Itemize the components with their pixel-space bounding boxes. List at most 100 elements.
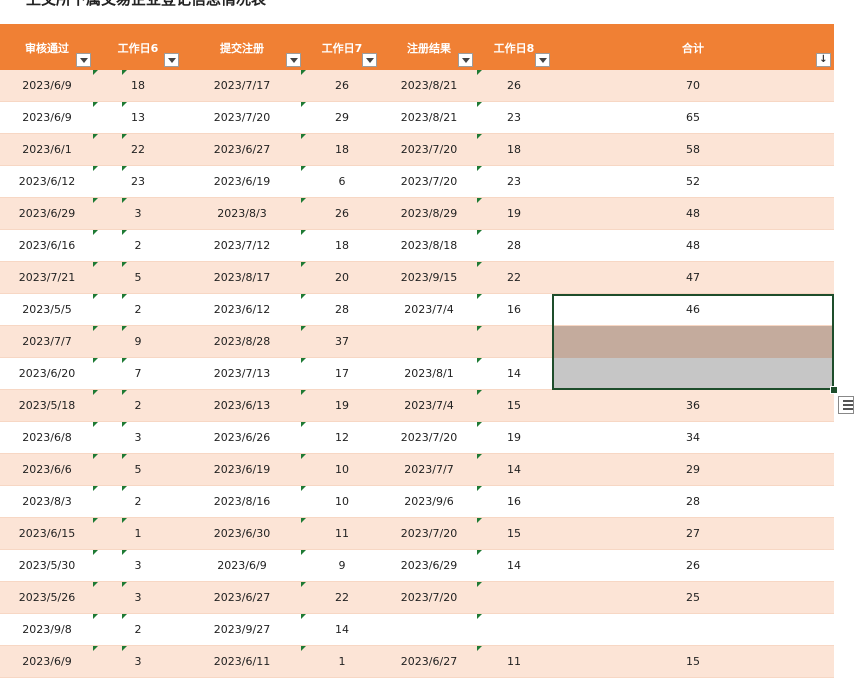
table-cell-wd8[interactable]: 26 (478, 70, 550, 101)
table-cell-result[interactable]: 2023/7/7 (382, 454, 476, 485)
table-cell-result[interactable]: 2023/8/21 (382, 70, 476, 101)
filter-wd8-button[interactable] (535, 53, 550, 67)
table-cell-wd7[interactable]: 11 (304, 518, 380, 549)
table-row[interactable]: 2023/6/16 2 2023/7/12 18 2023/8/18 28 48 (0, 230, 834, 262)
table-cell-wd6[interactable]: 5 (96, 262, 180, 293)
table-cell-approved[interactable]: 2023/6/29 (0, 198, 94, 229)
header-submit[interactable]: 提交注册 (182, 24, 302, 70)
table-cell-wd6[interactable]: 3 (96, 550, 180, 581)
table-cell-total[interactable]: 29 (552, 454, 834, 485)
table-cell-total[interactable]: 70 (552, 70, 834, 101)
table-cell-result[interactable] (382, 614, 476, 645)
table-row[interactable]: 2023/5/5 2 2023/6/12 28 2023/7/4 16 46 (0, 294, 834, 326)
table-cell-wd8[interactable]: 28 (478, 230, 550, 261)
table-cell-total[interactable]: 48 (552, 230, 834, 261)
table-cell-result[interactable]: 2023/8/21 (382, 102, 476, 133)
table-cell-total[interactable]: 34 (552, 422, 834, 453)
table-row[interactable]: 2023/6/8 3 2023/6/26 12 2023/7/20 19 34 (0, 422, 834, 454)
table-cell-total[interactable] (552, 614, 834, 645)
table-cell-submit[interactable]: 2023/6/12 (182, 294, 302, 325)
table-cell-wd8[interactable] (478, 614, 550, 645)
table-cell-wd7[interactable]: 6 (304, 166, 380, 197)
table-cell-wd7[interactable]: 1 (304, 646, 380, 677)
table-cell-wd7[interactable]: 14 (304, 614, 380, 645)
table-cell-result[interactable]: 2023/7/20 (382, 582, 476, 613)
table-cell-wd6[interactable]: 18 (96, 70, 180, 101)
table-cell-wd6[interactable]: 2 (96, 486, 180, 517)
table-cell-approved[interactable]: 2023/5/26 (0, 582, 94, 613)
table-cell-submit[interactable]: 2023/7/17 (182, 70, 302, 101)
table-cell-submit[interactable]: 2023/8/16 (182, 486, 302, 517)
table-cell-wd6[interactable]: 3 (96, 582, 180, 613)
filter-approved-button[interactable] (76, 53, 91, 67)
table-cell-approved[interactable]: 2023/7/7 (0, 326, 94, 357)
table-row[interactable]: 2023/5/30 3 2023/6/9 9 2023/6/29 14 26 (0, 550, 834, 582)
table-cell-total[interactable]: 52 (552, 166, 834, 197)
table-cell-approved[interactable]: 2023/6/16 (0, 230, 94, 261)
table-cell-submit[interactable]: 2023/6/19 (182, 166, 302, 197)
table-cell-submit[interactable]: 2023/6/27 (182, 582, 302, 613)
table-row[interactable]: 2023/5/18 2 2023/6/13 19 2023/7/4 15 36 (0, 390, 834, 422)
sort-total-button[interactable]: ↓ (816, 53, 831, 67)
table-cell-wd8[interactable]: 18 (478, 134, 550, 165)
fill-handle[interactable] (830, 386, 838, 394)
table-cell-result[interactable] (382, 326, 476, 357)
table-cell-submit[interactable]: 2023/7/12 (182, 230, 302, 261)
table-cell-approved[interactable]: 2023/6/9 (0, 102, 94, 133)
table-row[interactable]: 2023/6/12 23 2023/6/19 6 2023/7/20 23 52 (0, 166, 834, 198)
table-cell-result[interactable]: 2023/8/1 (382, 358, 476, 389)
table-cell-wd7[interactable]: 26 (304, 70, 380, 101)
table-cell-submit[interactable]: 2023/8/28 (182, 326, 302, 357)
table-cell-approved[interactable]: 2023/6/12 (0, 166, 94, 197)
table-cell-wd7[interactable]: 28 (304, 294, 380, 325)
table-cell-approved[interactable]: 2023/6/15 (0, 518, 94, 549)
table-cell-submit[interactable]: 2023/6/11 (182, 646, 302, 677)
table-cell-wd7[interactable]: 12 (304, 422, 380, 453)
table-cell-submit[interactable]: 2023/6/19 (182, 454, 302, 485)
table-cell-wd8[interactable]: 23 (478, 102, 550, 133)
table-row[interactable]: 2023/9/8 2 2023/9/27 14 (0, 614, 834, 646)
table-cell-approved[interactable]: 2023/6/1 (0, 134, 94, 165)
header-total[interactable]: 合计 (552, 24, 834, 70)
table-cell-approved[interactable]: 2023/5/5 (0, 294, 94, 325)
table-cell-wd7[interactable]: 29 (304, 102, 380, 133)
table-cell-wd8[interactable]: 14 (478, 550, 550, 581)
table-cell-wd7[interactable]: 9 (304, 550, 380, 581)
table-cell-wd7[interactable]: 26 (304, 198, 380, 229)
table-cell-total[interactable]: 28 (552, 486, 834, 517)
table-cell-wd6[interactable]: 3 (96, 422, 180, 453)
table-cell-result[interactable]: 2023/7/20 (382, 134, 476, 165)
table-cell-wd6[interactable]: 5 (96, 454, 180, 485)
table-cell-submit[interactable]: 2023/7/20 (182, 102, 302, 133)
table-cell-submit[interactable]: 2023/6/26 (182, 422, 302, 453)
table-cell-wd7[interactable]: 10 (304, 486, 380, 517)
table-cell-total[interactable]: 36 (552, 390, 834, 421)
table-cell-total[interactable]: 65 (552, 102, 834, 133)
table-cell-wd8[interactable]: 16 (478, 294, 550, 325)
table-cell-wd7[interactable]: 19 (304, 390, 380, 421)
table-cell-approved[interactable]: 2023/6/8 (0, 422, 94, 453)
table-cell-result[interactable]: 2023/7/4 (382, 390, 476, 421)
table-cell-total[interactable]: 48 (552, 198, 834, 229)
table-cell-wd7[interactable]: 22 (304, 582, 380, 613)
table-row[interactable]: 2023/6/29 3 2023/8/3 26 2023/8/29 19 48 (0, 198, 834, 230)
table-cell-total[interactable]: 47 (552, 262, 834, 293)
table-cell-submit[interactable]: 2023/9/27 (182, 614, 302, 645)
table-cell-approved[interactable]: 2023/7/21 (0, 262, 94, 293)
table-cell-submit[interactable]: 2023/6/9 (182, 550, 302, 581)
table-cell-wd8[interactable]: 15 (478, 390, 550, 421)
table-cell-wd7[interactable]: 17 (304, 358, 380, 389)
table-cell-result[interactable]: 2023/7/20 (382, 166, 476, 197)
table-cell-wd8[interactable]: 15 (478, 518, 550, 549)
table-cell-wd6[interactable]: 1 (96, 518, 180, 549)
table-cell-wd6[interactable]: 2 (96, 294, 180, 325)
table-cell-wd8[interactable] (478, 582, 550, 613)
table-cell-submit[interactable]: 2023/8/3 (182, 198, 302, 229)
table-cell-wd8[interactable]: 11 (478, 646, 550, 677)
table-row[interactable]: 2023/6/9 13 2023/7/20 29 2023/8/21 23 65 (0, 102, 834, 134)
table-cell-result[interactable]: 2023/8/29 (382, 198, 476, 229)
table-cell-wd6[interactable]: 23 (96, 166, 180, 197)
table-cell-total[interactable]: 58 (552, 134, 834, 165)
table-cell-wd7[interactable]: 18 (304, 230, 380, 261)
table-cell-wd7[interactable]: 37 (304, 326, 380, 357)
